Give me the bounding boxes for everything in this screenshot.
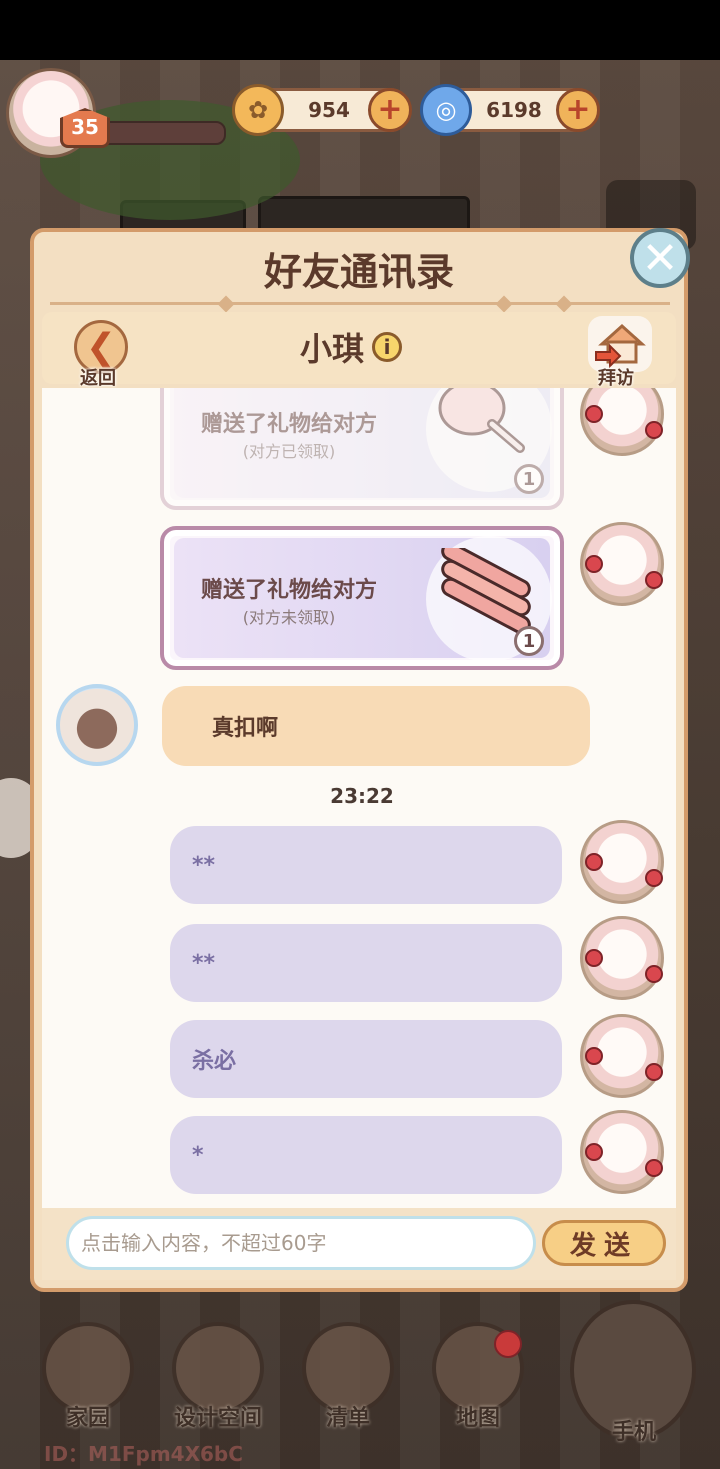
my-message-text: **: [192, 950, 216, 976]
friend-message-text: 真扣啊: [212, 716, 279, 741]
swirl-gem-icon: ◎: [420, 84, 472, 136]
close-button[interactable]: ✕: [630, 228, 690, 288]
gift-status: (对方已领取): [242, 442, 336, 461]
friend-message-bubble: 真扣啊: [162, 686, 590, 766]
rose-icon: [645, 965, 663, 983]
friend-avatar[interactable]: [56, 684, 138, 766]
my-message-bubble: **: [170, 826, 562, 904]
message-input[interactable]: [66, 1216, 536, 1270]
my-avatar[interactable]: [580, 1014, 664, 1098]
notification-dot: [494, 1330, 522, 1358]
friend-name-header: 小琪 i: [300, 322, 403, 372]
gift-count: 1: [514, 626, 544, 656]
gift-count: 1: [514, 464, 544, 494]
rose-icon: [645, 869, 663, 887]
my-message-text: **: [192, 852, 216, 878]
my-avatar[interactable]: [580, 1110, 664, 1194]
my-avatar[interactable]: [580, 388, 664, 456]
gift-status: (对方未领取): [242, 608, 336, 627]
rose-icon: [645, 571, 663, 589]
info-icon[interactable]: i: [372, 332, 403, 362]
gift-message-unclaimed[interactable]: 赠送了礼物给对方 (对方未领取) 1: [160, 526, 564, 670]
gift-title: 赠送了礼物给对方: [200, 412, 377, 437]
gift-title: 赠送了礼物给对方: [200, 578, 377, 603]
rose-icon: [585, 405, 603, 423]
chicken-leg-icon: [438, 388, 525, 453]
design-space-nav-label: 设计空间: [173, 1406, 262, 1431]
my-avatar[interactable]: [580, 820, 664, 904]
status-bar: [0, 0, 720, 60]
friend-name: 小琪: [300, 330, 365, 368]
gem-amount: 6198: [486, 98, 542, 122]
visit-label: 拜访: [598, 368, 634, 389]
add-coins-button[interactable]: +: [368, 88, 412, 132]
rose-icon: [585, 949, 603, 967]
phone-nav-label: 手机: [611, 1420, 656, 1445]
checklist-nav-label: 清单: [325, 1406, 370, 1431]
player-id: ID：M1Fpm4X6bC: [44, 1442, 243, 1466]
rose-icon: [645, 1063, 663, 1081]
panel-title: 好友通讯录: [263, 249, 454, 294]
coin-icon: ✿: [232, 84, 284, 136]
message-timestamp: 23:22: [330, 784, 394, 808]
rose-icon: [585, 853, 603, 871]
rose-icon: [585, 555, 603, 573]
map-nav-label: 地图: [455, 1406, 500, 1431]
coin-amount: 954: [308, 98, 350, 122]
my-avatar[interactable]: [580, 916, 664, 1000]
xp-bar: [96, 121, 226, 145]
add-gems-button[interactable]: +: [556, 88, 600, 132]
rose-icon: [585, 1047, 603, 1065]
home-nav-label: 家园: [65, 1406, 110, 1431]
chat-history[interactable]: 赠送了礼物给对方 (对方已领取) 1 赠送了礼物给对方 (对方未领取) 1 真扣…: [42, 388, 676, 1208]
send-button[interactable]: 发送: [542, 1220, 666, 1266]
gift-message-received: 赠送了礼物给对方 (对方已领取) 1: [160, 388, 564, 510]
my-message-text: *: [192, 1142, 204, 1168]
title-divider: [50, 302, 670, 305]
my-message-text: 杀必: [192, 1049, 237, 1074]
rose-icon: [645, 1159, 663, 1177]
rose-icon: [585, 1143, 603, 1161]
my-message-bubble: *: [170, 1116, 562, 1194]
my-message-bubble: **: [170, 924, 562, 1002]
my-avatar[interactable]: [580, 522, 664, 606]
back-label: 返回: [80, 368, 116, 389]
rose-icon: [645, 421, 663, 439]
my-message-bubble: 杀必: [170, 1020, 562, 1098]
